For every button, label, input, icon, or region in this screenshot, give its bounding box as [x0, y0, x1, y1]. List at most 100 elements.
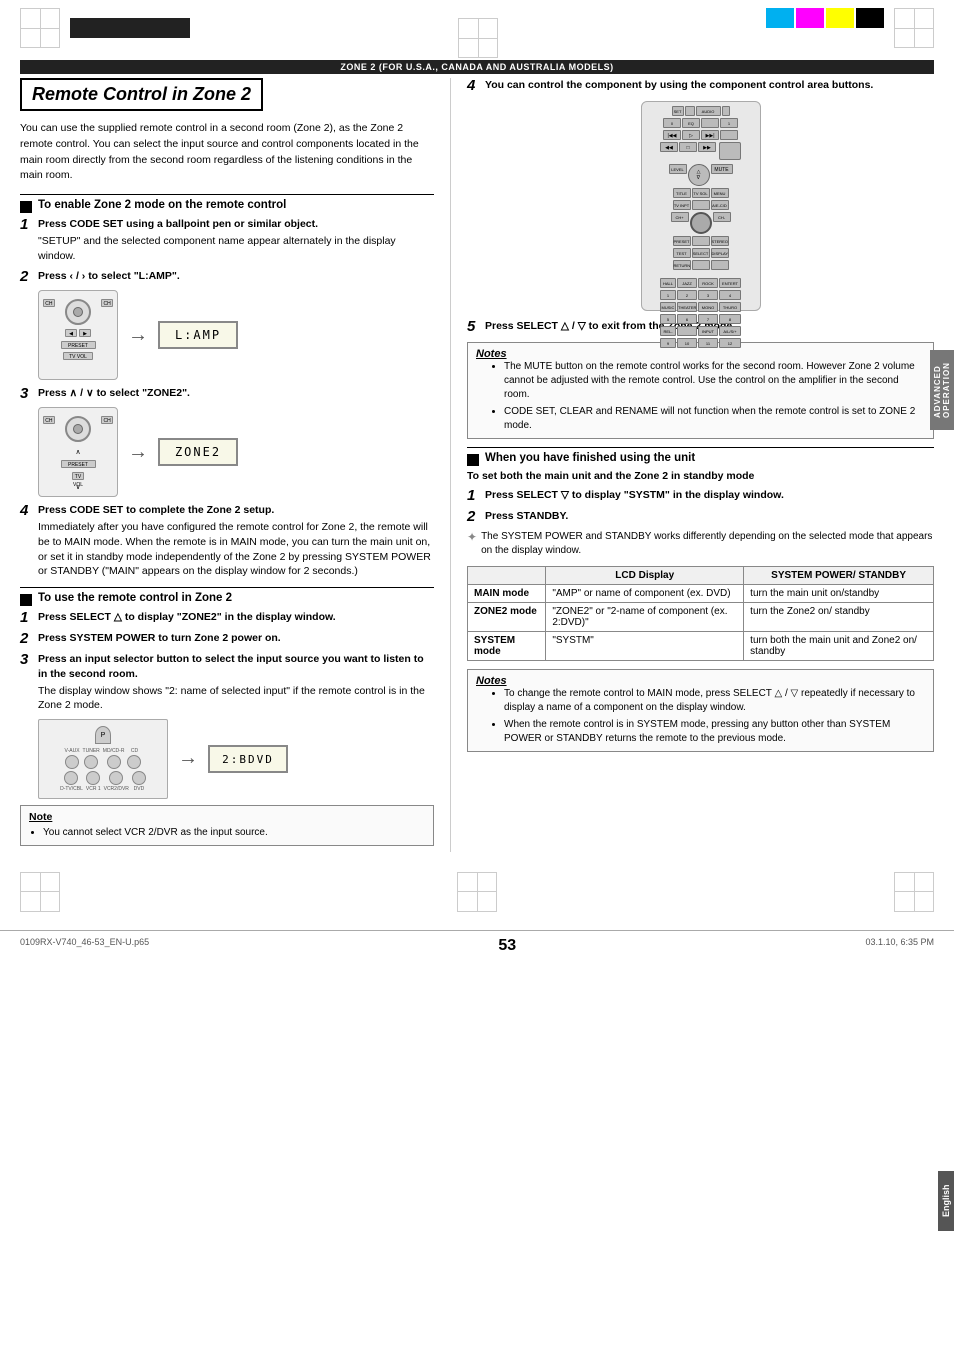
right-column: 4 You can control the component by using… [450, 78, 934, 852]
use-step-title-3: Press an input selector button to select… [38, 652, 434, 681]
right-step-title-4: You can control the component by using t… [485, 78, 873, 93]
step-title-4: Press CODE SET to complete the Zone 2 se… [38, 503, 274, 518]
use-step-body-3: The display window shows "2: name of sel… [38, 684, 434, 713]
color-bars [766, 8, 884, 28]
right-notes-title: Notes [476, 348, 925, 360]
step-body-1: "SETUP" and the selected component name … [38, 234, 434, 263]
section-bullet [20, 201, 32, 213]
section-bullet-2 [20, 594, 32, 606]
input-selector-diagram: P V-AUX TUNER MD/CD-R [38, 719, 434, 799]
right-note-2: CODE SET, CLEAR and RENAME will not func… [504, 405, 925, 433]
reg-mark-tr [894, 8, 934, 48]
enable-step-3: 3 Press ∧ / ∨ to select "ZONE2". CH CH ∧ [20, 386, 434, 497]
footer-left: 0109RX-V740_46-53_EN-U.p65 [20, 937, 149, 955]
arrow-right-input: → [178, 747, 198, 770]
finished-note-2: When the remote control is in SYSTEM mod… [504, 718, 925, 746]
finished-step-title-1: Press SELECT ▽ to display "SYSTM" in the… [485, 488, 784, 503]
step-body-4: Immediately after you have configured th… [38, 520, 434, 579]
table-row-system: SYSTEM mode "SYSTM" turn both the main u… [468, 632, 934, 661]
page-number: 53 [498, 937, 516, 955]
remote-large: SET AUDIO 0 EQ 1 |◀◀ ▷ ▶▶| [641, 101, 761, 311]
right-notes-list: The MUTE button on the remote control wo… [490, 360, 925, 433]
footer: 0109RX-V740_46-53_EN-U.p65 53 03.1.10, 6… [0, 930, 954, 961]
use-step-title-1: Press SELECT △ to display "ZONE2" in the… [38, 610, 336, 625]
tip-text: The SYSTEM POWER and STANDBY works diffe… [481, 530, 934, 558]
use-step-title-2: Press SYSTEM POWER to turn Zone 2 power … [38, 631, 281, 646]
step-num-2: 2 [20, 269, 34, 284]
tip-section: ✦ The SYSTEM POWER and STANDBY works dif… [467, 530, 934, 558]
reg-mark-br [894, 872, 934, 912]
table-cell-lcd-main: "AMP" or name of component (ex. DVD) [546, 585, 744, 603]
reg-mark-tl [20, 8, 60, 48]
note-title: Note [29, 811, 425, 823]
finished-notes: Notes To change the remote control to MA… [467, 669, 934, 752]
table-cell-lcd-zone2: "ZONE2" or "2-name of component (ex. 2:D… [546, 603, 744, 632]
table-cell-mode-zone2: ZONE2 mode [468, 603, 546, 632]
table-cell-mode-main: MAIN mode [468, 585, 546, 603]
right-note-1: The MUTE button on the remote control wo… [504, 360, 925, 402]
table-cell-mode-system: SYSTEM mode [468, 632, 546, 661]
table-header-mode [468, 567, 546, 585]
arrow-right-2: → [128, 324, 148, 347]
table-row-main: MAIN mode "AMP" or name of component (ex… [468, 585, 934, 603]
arrow-right-3: → [128, 441, 148, 464]
use-step-num-1: 1 [20, 610, 34, 625]
left-column: Remote Control in Zone 2 You can use the… [20, 78, 450, 852]
section-finished-header: When you have finished using the unit [467, 447, 934, 466]
top-marks [0, 0, 954, 60]
finished-step-num-2: 2 [467, 509, 481, 524]
title-box: Remote Control in Zone 2 [20, 78, 263, 111]
table-cell-action-main: turn the main unit on/standby [744, 585, 934, 603]
finished-step-title-2: Press STANDBY. [485, 509, 568, 524]
standby-subtitle: To set both the main unit and the Zone 2… [467, 470, 934, 482]
table-cell-lcd-system: "SYSTM" [546, 632, 744, 661]
zone-header: ZONE 2 (FOR U.S.A., CANADA AND AUSTRALIA… [20, 60, 934, 74]
tip-icon: ✦ [467, 530, 477, 544]
use-note-box: Note You cannot select VCR 2/DVR as the … [20, 805, 434, 846]
enable-step-2: 2 Press ‹ / › to select "L:AMP". CH CH ◀ [20, 269, 434, 380]
finished-step-1: 1 Press SELECT ▽ to display "SYSTM" in t… [467, 488, 934, 503]
section-bullet-3 [467, 454, 479, 466]
step-title-1: Press CODE SET using a ballpoint pen or … [38, 217, 318, 232]
display-zone2: ZONE2 [158, 438, 238, 466]
step-title-2: Press ‹ / › to select "L:AMP". [38, 269, 180, 284]
finished-notes-list: To change the remote control to MAIN mod… [490, 687, 925, 746]
right-notes: Notes The MUTE button on the remote cont… [467, 342, 934, 439]
remote-mini-2: CH CH ◀ ▶ PRESET TV VOL [38, 290, 118, 380]
step-num-3: 3 [20, 386, 34, 401]
bottom-marks [0, 862, 954, 922]
use-step-2: 2 Press SYSTEM POWER to turn Zone 2 powe… [20, 631, 434, 646]
finished-step-2: 2 Press STANDBY. [467, 509, 934, 524]
note-item-1: You cannot select VCR 2/DVR as the input… [43, 826, 425, 840]
english-label: English [938, 1171, 954, 1231]
section-enable-title: To enable Zone 2 mode on the remote cont… [38, 199, 286, 211]
table-cell-action-zone2: turn the Zone2 on/ standby [744, 603, 934, 632]
intro-text: You can use the supplied remote control … [20, 121, 434, 184]
table-header-action: SYSTEM POWER/ STANDBY [744, 567, 934, 585]
step-num-1: 1 [20, 217, 34, 232]
right-step-num-5: 5 [467, 319, 481, 334]
remote-mini-3: CH CH ∧ PRESET TV VOL ∨ [38, 407, 118, 497]
section-use-header: To use the remote control in Zone 2 [20, 587, 434, 606]
use-step-3: 3 Press an input selector button to sele… [20, 652, 434, 799]
step2-diagram: CH CH ◀ ▶ PRESET TV VOL → L:AMP [38, 290, 434, 380]
advanced-label: ADVANCEDOPERATION [930, 350, 954, 430]
finished-step-num-1: 1 [467, 488, 481, 503]
display-lamp: L:AMP [158, 321, 238, 349]
step-num-4: 4 [20, 503, 34, 518]
section-use-title: To use the remote control in Zone 2 [38, 592, 232, 604]
finished-notes-title: Notes [476, 675, 925, 687]
use-step-1: 1 Press SELECT △ to display "ZONE2" in t… [20, 610, 434, 625]
reg-mark-bl [20, 872, 60, 912]
table-cell-action-system: turn both the main unit and Zone2 on/ st… [744, 632, 934, 661]
step3-diagram: CH CH ∧ PRESET TV VOL ∨ [38, 407, 434, 497]
step-title-3: Press ∧ / ∨ to select "ZONE2". [38, 386, 190, 401]
mode-table: LCD Display SYSTEM POWER/ STANDBY MAIN m… [467, 566, 934, 661]
reg-mark-tc [458, 18, 498, 58]
section-finished-title: When you have finished using the unit [485, 452, 695, 464]
table-header-lcd: LCD Display [546, 567, 744, 585]
right-step-4: 4 You can control the component by using… [467, 78, 934, 311]
remote-large-container: SET AUDIO 0 EQ 1 |◀◀ ▷ ▶▶| [467, 101, 934, 311]
enable-step-1: 1 Press CODE SET using a ballpoint pen o… [20, 217, 434, 263]
right-step-num-4: 4 [467, 78, 481, 93]
